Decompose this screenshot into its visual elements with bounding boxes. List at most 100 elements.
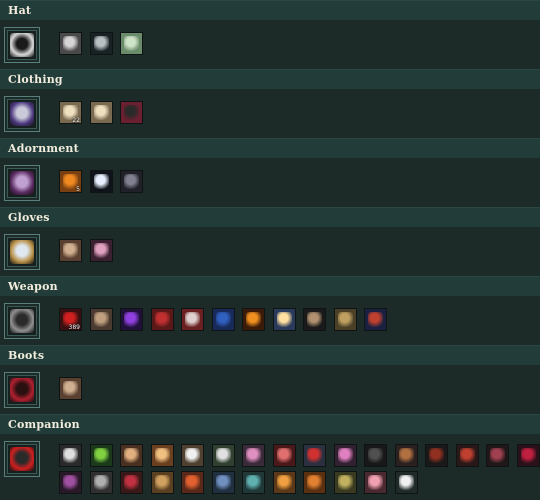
item-slot[interactable]: [211, 308, 235, 331]
item-slot[interactable]: [89, 471, 113, 494]
equipped-slot-weapon[interactable]: [4, 303, 40, 339]
item-slot[interactable]: [120, 32, 143, 55]
ginger-cat-pet-icon: [307, 475, 322, 490]
equipped-slot-adornment[interactable]: [4, 165, 40, 201]
item-slot[interactable]: [89, 101, 113, 124]
hat-silhouette-icon: [10, 33, 34, 57]
section-body: [0, 365, 540, 415]
item-slot[interactable]: [150, 444, 174, 467]
item-slot[interactable]: [303, 308, 326, 331]
crossed-blades-icon: [185, 312, 200, 327]
item-slot[interactable]: [181, 471, 204, 494]
item-slot[interactable]: [89, 444, 113, 467]
item-slot[interactable]: [211, 444, 235, 467]
dark-streak-icon: [93, 36, 109, 51]
section-title: Weapon: [0, 276, 540, 296]
item-slot[interactable]: [59, 32, 82, 55]
section-companion: Companion: [0, 414, 540, 500]
item-slot[interactable]: [303, 444, 326, 467]
section-body: [0, 227, 540, 277]
equipped-slot-clothing[interactable]: [4, 96, 40, 132]
crimson-hydra-pet-icon: [124, 475, 139, 490]
tan-armor-icon: [93, 105, 109, 120]
purple-crystal-icon: [124, 312, 139, 327]
equipped-slot-companion[interactable]: [4, 441, 40, 477]
item-slot[interactable]: [272, 471, 296, 494]
section-body: [0, 434, 540, 500]
item-slot[interactable]: [59, 377, 82, 400]
cat-mask-icon: [63, 36, 78, 51]
sparkle-star-icon: [93, 174, 109, 189]
item-slot[interactable]: [333, 444, 357, 467]
item-slot[interactable]: [364, 444, 387, 467]
item-slot[interactable]: [394, 444, 418, 467]
item-slot[interactable]: [59, 444, 82, 467]
red-book-icon: [154, 312, 170, 327]
item-slot[interactable]: [333, 308, 357, 331]
item-slot[interactable]: [150, 471, 174, 494]
section-adornment: Adornment 5: [0, 138, 540, 208]
section-weapon: Weapon 389: [0, 276, 540, 346]
item-slot[interactable]: [89, 239, 113, 262]
purple-swirl-icon: [10, 171, 34, 195]
item-slot[interactable]: [120, 308, 143, 331]
item-slot[interactable]: [89, 170, 113, 193]
bin-bucket-icon: [10, 309, 34, 333]
item-slot[interactable]: [242, 308, 265, 331]
item-slot[interactable]: [181, 444, 204, 467]
item-slot[interactable]: [272, 444, 296, 467]
item-slot[interactable]: [59, 239, 82, 262]
item-slot[interactable]: [394, 471, 418, 494]
item-slot[interactable]: [486, 444, 509, 467]
item-slot[interactable]: [120, 444, 143, 467]
purple-wolf-pet-icon: [63, 475, 78, 490]
red-bird-pet-icon: [307, 448, 322, 463]
equipment-panel: Hat Clothing 22 Adornment 5 Gloves Weapon 389 Bo…: [0, 0, 540, 500]
red-dark-armor-icon: [124, 105, 139, 120]
equipped-slot-hat[interactable]: [4, 27, 40, 63]
black-crow-pet-icon: [368, 448, 383, 463]
mirror-frame-icon: [10, 240, 34, 264]
brown-wand-icon: [93, 312, 109, 327]
equipped-slot-boots[interactable]: [4, 372, 40, 408]
item-slot[interactable]: [89, 308, 113, 331]
section-title: Boots: [0, 345, 540, 365]
item-slot[interactable]: [120, 471, 143, 494]
item-slot[interactable]: [242, 444, 265, 467]
red-dragon-pet-icon: [459, 448, 475, 463]
section-title: Clothing: [0, 69, 540, 89]
magpie-pet-icon: [398, 475, 414, 490]
item-slot[interactable]: [425, 444, 448, 467]
item-slot[interactable]: [272, 308, 296, 331]
item-slot[interactable]: [364, 471, 387, 494]
item-slot[interactable]: [364, 308, 387, 331]
item-slot[interactable]: [303, 471, 326, 494]
item-slot[interactable]: [242, 471, 265, 494]
item-slot[interactable]: [59, 471, 82, 494]
item-slot[interactable]: [516, 444, 540, 467]
pink-pig-pet-icon: [368, 475, 383, 490]
item-slot[interactable]: [181, 308, 204, 331]
item-slot[interactable]: 389: [59, 308, 82, 331]
white-ghost-pet-icon: [185, 448, 200, 463]
section-hat: Hat: [0, 0, 540, 70]
pink-snake-pet-icon: [337, 448, 353, 463]
item-slot[interactable]: [89, 32, 113, 55]
equipped-slot-gloves[interactable]: [4, 234, 40, 270]
item-slot[interactable]: [120, 170, 143, 193]
dark-bat-pet-icon: [429, 448, 444, 463]
crimson-beast-pet-icon: [520, 448, 536, 463]
red-imp-pet-icon: [276, 448, 292, 463]
item-slot[interactable]: [333, 471, 357, 494]
item-slot[interactable]: 22: [59, 101, 82, 124]
teal-cat-pet-icon: [246, 475, 261, 490]
tan-monkey-pet-icon: [154, 475, 170, 490]
brown-rune-icon: [63, 243, 78, 258]
item-slot[interactable]: 5: [59, 170, 82, 193]
red-fox-pet-icon: [185, 475, 200, 490]
item-slot[interactable]: [150, 308, 174, 331]
item-slot[interactable]: [455, 444, 479, 467]
item-slot[interactable]: [120, 101, 143, 124]
item-slot[interactable]: [211, 471, 235, 494]
red-boot-icon: [10, 378, 34, 402]
